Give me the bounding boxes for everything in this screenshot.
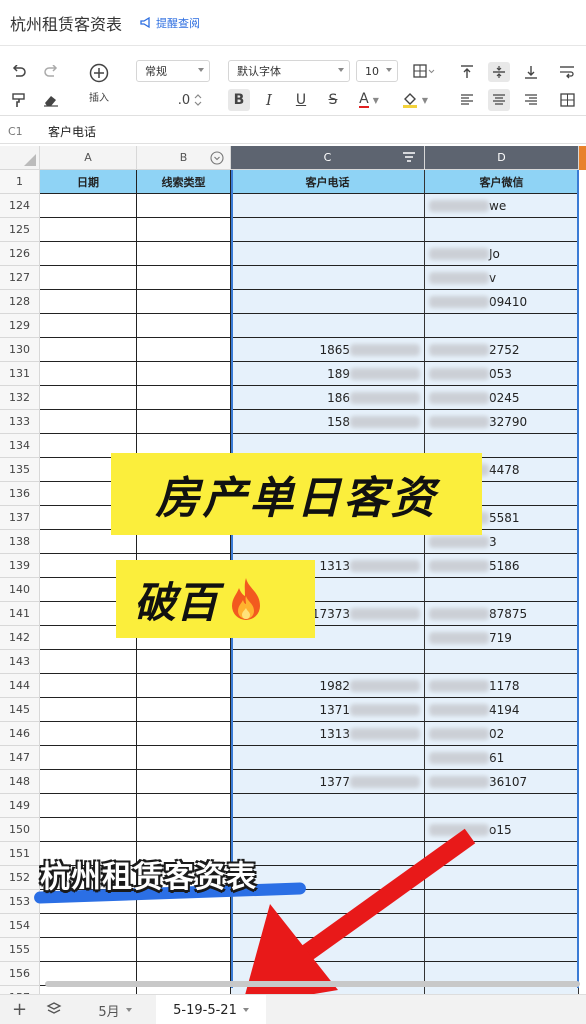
add-sheet-button[interactable]: + [12,999,27,1020]
sheet-list-icon[interactable] [46,1001,62,1017]
chevron-down-icon [125,1008,132,1012]
sheet-tab-label: 5-19-5-21 [173,1002,237,1018]
chevron-down-icon [242,1008,249,1012]
red-arrow-icon [242,828,476,1006]
sheet-tab-may[interactable]: 5月 [80,995,150,1024]
sheet-tab-bar: + 5月 5-19-5-21 [0,994,586,1024]
horizontal-scrollbar[interactable] [45,981,580,987]
sheet-tab-active[interactable]: 5-19-5-21 [156,995,266,1024]
sheet-tab-label: 5月 [98,1004,120,1020]
